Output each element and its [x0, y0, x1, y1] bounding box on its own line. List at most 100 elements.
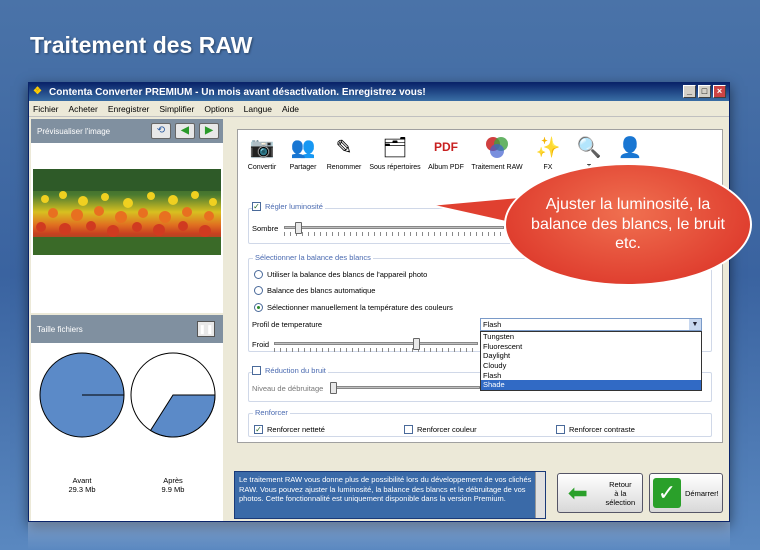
temperature-profile-dropdown: Tungsten Fluorescent Daylight Cloudy Fla…	[480, 331, 702, 392]
sombre-label: Sombre	[252, 224, 279, 233]
fx-icon: ✨	[535, 136, 561, 159]
camera-people-icon: 📷	[249, 136, 275, 159]
brightness-checkbox[interactable]: ✓	[252, 202, 261, 211]
preview-image	[33, 169, 221, 255]
reinforce-contrast[interactable]: Renforcer contraste	[556, 425, 635, 434]
folders-icon: 🗂	[382, 136, 408, 159]
brightness-label: Régler luminosité	[265, 202, 323, 211]
dropdown-option[interactable]: Daylight	[481, 351, 701, 361]
after-size: 9.9 Mb	[161, 485, 185, 494]
noise-checkbox-row[interactable]: Réduction du bruit	[252, 366, 328, 375]
pdf-icon: PDF	[434, 140, 458, 154]
dropdown-option[interactable]: Cloudy	[481, 361, 701, 371]
info-scrollbar[interactable]	[535, 472, 545, 518]
title-bar: ❖ Contenta Converter PREMIUM - Un mois a…	[29, 83, 729, 101]
start-button[interactable]: ✓ Démarrer!	[649, 473, 723, 513]
back-label-line1: Retour	[609, 479, 632, 489]
tool-album-pdf[interactable]: PDF Album PDF	[426, 132, 466, 180]
sharpness-checkbox[interactable]: ✓	[254, 425, 263, 434]
share-people-icon: 👥	[290, 136, 316, 159]
window-title: Contenta Converter PREMIUM - Un mois ava…	[49, 86, 426, 98]
wb-option-manual[interactable]: Sélectionner manuellement la température…	[254, 303, 453, 312]
menu-simplifier[interactable]: Simplifier	[159, 104, 194, 114]
info-text: Le traitement RAW vous donne plus de pos…	[239, 475, 532, 504]
wb-radio-manual[interactable]	[254, 303, 263, 312]
menu-bar: Fichier Acheter Enregistrer Simplifier O…	[29, 101, 729, 117]
temperature-slider-thumb[interactable]	[412, 338, 420, 350]
preview-label: Prévisualiser l'image	[37, 126, 111, 136]
app-window: ❖ Contenta Converter PREMIUM - Un mois a…	[28, 82, 730, 522]
file-size-area: Avant 29.3 Mb Après 9.9 Mb	[31, 343, 223, 521]
dropdown-option[interactable]: Tungsten	[481, 332, 701, 342]
back-to-selection-button[interactable]: ⬅ Retour à la sélection	[557, 473, 643, 513]
raw-icon	[482, 132, 512, 162]
wb-option-auto[interactable]: Balance des blancs automatique	[254, 286, 375, 295]
next-image-button[interactable]: ▶	[199, 123, 219, 139]
tool-sous-repertoires[interactable]: 🗂 Sous répertoires	[365, 132, 425, 180]
back-label-line2: à la sélection	[605, 488, 636, 507]
reinforce-title: Renforcer	[253, 408, 290, 417]
temperature-profile-select[interactable]: Flash ▼	[480, 318, 702, 331]
brightness-ticks	[284, 232, 504, 236]
before-label-group: Avant 29.3 Mb	[37, 476, 127, 494]
froid-label: Froid	[252, 340, 270, 349]
menu-langue[interactable]: Langue	[244, 104, 272, 114]
info-text-box: Le traitement RAW vous donne plus de pos…	[234, 471, 546, 519]
dropdown-option[interactable]: Fluorescent	[481, 342, 701, 352]
noise-slider-track[interactable]	[330, 386, 480, 389]
temperature-profile-value: Flash	[483, 320, 502, 329]
left-panel: Prévisualiser l'image ⟲ ◀ ▶ Taille fichi…	[31, 119, 223, 521]
wb-option-camera[interactable]: Utiliser la balance des blancs de l'appa…	[254, 270, 427, 279]
text-icon: 🔍	[576, 136, 602, 159]
brightness-slider-thumb[interactable]	[295, 222, 302, 234]
contrast-checkbox[interactable]	[556, 425, 565, 434]
app-logo-icon: ❖	[33, 86, 42, 97]
start-label: Démarrer!	[685, 488, 719, 498]
tool-renommer[interactable]: ✎ Renommer	[324, 132, 364, 180]
preview-header: Prévisualiser l'image ⟲ ◀ ▶	[31, 119, 223, 143]
rename-icon: ✎	[335, 136, 353, 159]
preview-area	[31, 143, 223, 313]
callout-text: Ajuster la luminosité, la balance des bl…	[531, 196, 725, 253]
noise-label: Réduction du bruit	[265, 366, 326, 375]
pause-button[interactable]: ❚❚	[197, 321, 215, 337]
dropdown-option[interactable]: Flash	[481, 371, 701, 381]
noise-level-label: Niveau de débruitage	[252, 384, 324, 393]
callout-bubble: Ajuster la luminosité, la balance des bl…	[504, 163, 752, 286]
color-checkbox[interactable]	[404, 425, 413, 434]
wb-radio-auto[interactable]	[254, 286, 263, 295]
slide-title: Traitement des RAW	[30, 32, 253, 58]
menu-enregistrer[interactable]: Enregistrer	[108, 104, 150, 114]
refresh-preview-button[interactable]: ⟲	[151, 123, 171, 139]
menu-aide[interactable]: Aide	[282, 104, 299, 114]
minimize-button[interactable]: _	[683, 85, 696, 98]
tool-partager[interactable]: 👥 Partager	[283, 132, 323, 180]
tool-convertir[interactable]: 📷 Convertir	[242, 132, 282, 180]
after-label: Après	[163, 476, 183, 485]
before-label: Avant	[72, 476, 92, 485]
pie-after	[130, 352, 216, 438]
person-icon: 👤	[617, 136, 643, 159]
temperature-ticks	[274, 348, 478, 352]
reinforce-color[interactable]: Renforcer couleur	[404, 425, 477, 434]
file-size-label: Taille fichiers	[37, 324, 83, 334]
wb-radio-camera[interactable]	[254, 270, 263, 279]
previous-image-button[interactable]: ◀	[175, 123, 195, 139]
reinforce-sharpness[interactable]: ✓ Renforcer netteté	[254, 425, 325, 434]
menu-fichier[interactable]: Fichier	[33, 104, 59, 114]
tool-traitement-raw[interactable]: Traitement RAW	[467, 132, 527, 180]
temperature-slider-track[interactable]	[274, 342, 478, 345]
brightness-slider-track[interactable]	[284, 226, 504, 229]
maximize-button[interactable]: □	[698, 85, 711, 98]
window-reflection	[28, 522, 730, 550]
profile-label: Profil de temperature	[252, 320, 323, 329]
dropdown-option-selected[interactable]: Shade	[481, 380, 701, 391]
noise-checkbox[interactable]	[252, 366, 261, 375]
close-button[interactable]: ×	[713, 85, 726, 98]
menu-options[interactable]: Options	[204, 104, 233, 114]
menu-acheter[interactable]: Acheter	[69, 104, 98, 114]
brightness-checkbox-row[interactable]: ✓ Régler luminosité	[252, 202, 325, 211]
noise-slider-thumb[interactable]	[330, 382, 337, 394]
after-label-group: Après 9.9 Mb	[128, 476, 218, 494]
chevron-down-icon[interactable]: ▼	[689, 319, 701, 330]
